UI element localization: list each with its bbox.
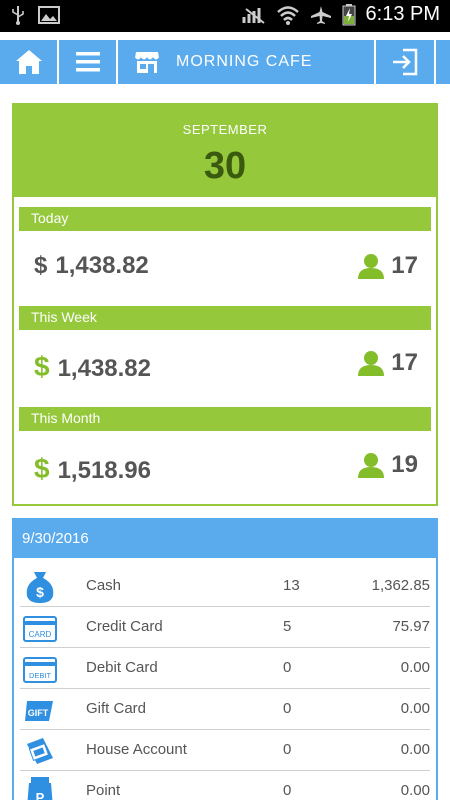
store-icon — [134, 52, 160, 73]
today-customer-count: 17 — [391, 252, 418, 279]
home-button[interactable] — [0, 40, 57, 84]
payment-name: House Account — [86, 741, 187, 758]
cash-icon-text: $ — [36, 584, 44, 600]
payment-count: 0 — [283, 659, 292, 676]
app-header: MORNING CAFE — [0, 32, 450, 92]
customer-icon — [358, 254, 385, 279]
week-amount: 1,438.82 — [57, 355, 151, 382]
currency-symbol: $ — [34, 351, 50, 382]
sales-summary-card: SEPTEMBER 30 Today $ 1,438.82 17 This We… — [12, 103, 438, 506]
menu-button[interactable] — [59, 40, 116, 84]
payment-count: 5 — [283, 618, 292, 635]
header-divider — [434, 40, 436, 84]
payment-row-house-account[interactable]: House Account 0 0.00 — [20, 730, 430, 771]
payment-count: 0 — [283, 782, 292, 799]
month-customer-count: 19 — [391, 451, 418, 478]
payment-row-point[interactable]: P Point 0 0.00 — [20, 771, 430, 800]
period-today-label: Today — [19, 207, 431, 231]
currency-symbol: $ — [34, 252, 48, 279]
payment-row-debit-card[interactable]: DEBIT Debit Card 0 0.00 — [20, 648, 430, 689]
payment-row-credit-card[interactable]: CARD Credit Card 5 75.97 — [20, 607, 430, 648]
store-title: MORNING CAFE — [176, 53, 313, 70]
no-signal-icon — [242, 7, 265, 24]
logout-button[interactable] — [376, 40, 434, 84]
credit-icon-text: CARD — [29, 630, 52, 639]
credit-card-icon: CARD — [23, 616, 57, 642]
airplane-icon — [310, 5, 331, 24]
store-icon-wrap — [130, 40, 164, 84]
hamburger-menu-icon — [75, 52, 100, 72]
today-amount: 1,438.82 — [55, 252, 149, 279]
header-bar: MORNING CAFE — [0, 40, 450, 84]
customer-icon — [358, 351, 385, 376]
customer-icon — [358, 453, 385, 478]
today-customers: 17 — [357, 252, 418, 280]
logout-icon — [393, 48, 418, 76]
month-label: SEPTEMBER — [182, 122, 268, 137]
payment-amount: 1,362.85 — [371, 577, 430, 594]
payment-count: 0 — [283, 741, 292, 758]
payment-row-gift-card[interactable]: GIFT Gift Card 0 0.00 — [20, 689, 430, 730]
money-bag-icon: $ — [26, 572, 54, 603]
payment-name: Point — [86, 782, 121, 799]
payment-count: 13 — [283, 577, 300, 594]
gift-icon-text: GIFT — [28, 708, 49, 718]
payment-breakdown-card: 9/30/2016 $ Cash 13 1,362.85 CARD Credit… — [12, 518, 438, 800]
payment-name: Cash — [86, 577, 122, 594]
wifi-icon — [276, 5, 299, 25]
week-customer-count: 17 — [391, 349, 418, 376]
day-number: 30 — [203, 145, 247, 187]
period-week-label: This Week — [19, 306, 431, 330]
payment-name: Credit Card — [86, 618, 163, 635]
month-sales: $ 1,518.96 — [34, 453, 151, 485]
payment-date: 9/30/2016 — [14, 520, 436, 558]
point-icon: P — [27, 777, 53, 800]
period-month-label: This Month — [19, 407, 431, 431]
debit-card-icon: DEBIT — [23, 657, 57, 683]
debit-icon-text: DEBIT — [29, 671, 52, 680]
payment-amount: 0.00 — [400, 782, 430, 799]
point-icon-text: P — [36, 790, 45, 800]
payment-count: 0 — [283, 700, 292, 717]
header-divider — [116, 40, 118, 84]
battery-charging-icon — [342, 3, 356, 25]
payment-row-cash[interactable]: $ Cash 13 1,362.85 — [20, 566, 430, 607]
house-account-icon — [27, 738, 53, 764]
month-amount: 1,518.96 — [57, 457, 151, 484]
payment-amount: 0.00 — [400, 700, 430, 717]
today-sales: $ 1,438.82 — [34, 252, 149, 280]
week-sales: $ 1,438.82 — [34, 351, 151, 383]
image-icon — [38, 6, 60, 24]
usb-icon — [12, 6, 24, 25]
week-customers: 17 — [357, 349, 418, 377]
month-customers: 19 — [357, 451, 418, 479]
gift-card-icon: GIFT — [25, 701, 53, 721]
payment-name: Gift Card — [86, 700, 147, 717]
currency-symbol: $ — [34, 453, 50, 484]
payment-amount: 0.00 — [400, 741, 430, 758]
payment-amount: 0.00 — [400, 659, 430, 676]
home-icon — [15, 50, 42, 74]
payment-name: Debit Card — [86, 659, 158, 676]
date-header: SEPTEMBER 30 — [14, 105, 436, 197]
payment-amount: 75.97 — [392, 618, 430, 635]
clock: 6:13 PM — [365, 3, 440, 25]
status-bar: 6:13 PM — [0, 0, 450, 32]
